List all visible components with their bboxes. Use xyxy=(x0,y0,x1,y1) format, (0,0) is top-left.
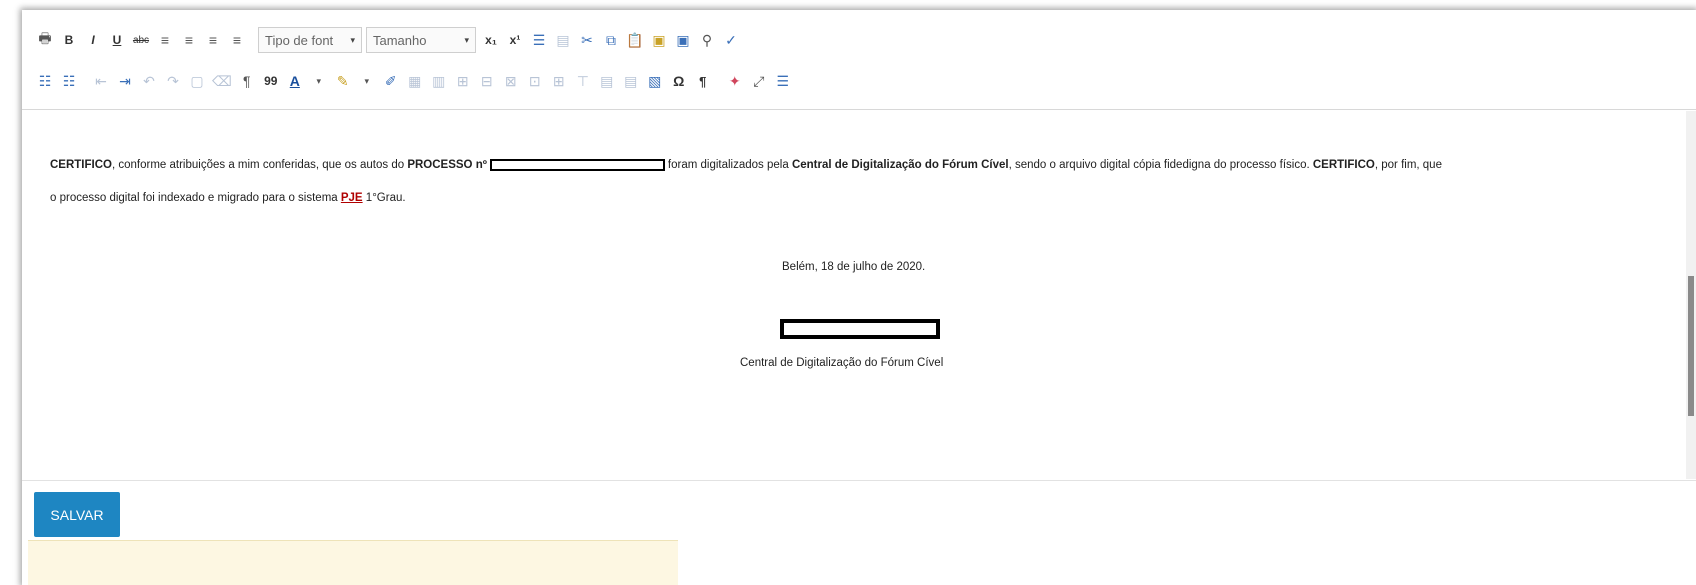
editor-frame: 🖶 B I U abc ≡ ≡ ≡ ≡ Tipo de font ▾ Taman… xyxy=(22,10,1696,585)
date-line: Belém, 18 de julho de 2020. xyxy=(782,261,926,273)
undo-icon[interactable]: ↶ xyxy=(138,69,160,93)
paragraph-text: , conforme atribuições a mim conferidas,… xyxy=(111,159,408,172)
highlight-color-icon[interactable]: ✎ xyxy=(332,69,354,93)
text-color-button[interactable]: A xyxy=(284,69,306,93)
cell-properties-icon[interactable]: ⊞ xyxy=(548,69,570,93)
chart-icon[interactable]: ▧ xyxy=(644,69,666,93)
strikethrough-button[interactable]: abc xyxy=(130,28,152,52)
merge-cells-icon[interactable]: ▥ xyxy=(428,69,450,93)
underline-button[interactable]: U xyxy=(106,28,128,52)
edit-source-icon[interactable]: ✐ xyxy=(380,69,402,93)
certificate-paragraph-line-2: o processo digital foi indexado e migrad… xyxy=(50,192,406,204)
align-left-icon[interactable]: ≡ xyxy=(154,28,176,52)
font-size-select[interactable]: Tamanho ▾ xyxy=(366,27,476,53)
paragraph-text: foram digitalizados pela xyxy=(667,159,792,172)
paragraph-mark-icon[interactable]: ¶ xyxy=(236,69,258,93)
align-right-icon[interactable]: ≡ xyxy=(202,28,224,52)
split-cell-icon[interactable]: ⊡ xyxy=(524,69,546,93)
redacted-signature xyxy=(780,319,940,339)
paste-text-icon[interactable]: ▣ xyxy=(648,28,670,52)
central-label: Central de Digitalização do Fórum Cível xyxy=(791,159,1009,172)
scrollbar-thumb[interactable] xyxy=(1688,276,1694,416)
redacted-process-number xyxy=(489,159,665,171)
numbered-list-icon[interactable]: ☷ xyxy=(58,69,80,93)
find-icon[interactable]: ⚲ xyxy=(696,28,718,52)
redo-icon[interactable]: ↷ xyxy=(162,69,184,93)
maximize-icon[interactable]: ⤢ xyxy=(748,69,770,93)
paragraph-text: 1°Grau. xyxy=(362,192,406,204)
remove-format-icon[interactable]: ⌫ xyxy=(210,69,234,93)
insert-column-icon[interactable]: ⊟ xyxy=(476,69,498,93)
chevron-down-icon: ▾ xyxy=(464,34,469,45)
font-family-select[interactable]: Tipo de font ▾ xyxy=(258,27,362,53)
editor-toolbar: 🖶 B I U abc ≡ ≡ ≡ ≡ Tipo de font ▾ Taman… xyxy=(22,10,1696,110)
table-properties-icon[interactable]: ⊤ xyxy=(572,69,594,93)
toolbar-row-2: ☷ ☷ ⇤ ⇥ ↶ ↷ ▢ ⌫ ¶ 99 A ▾ ✎ ▾ ✐ ▦ ▥ ⊞ ⊟ ⊠… xyxy=(34,67,796,95)
eraser-icon[interactable]: ✦ xyxy=(724,69,746,93)
italic-button[interactable]: I xyxy=(82,28,104,52)
certifico-label: CERTIFICO xyxy=(1312,159,1375,172)
processo-label: PROCESSO nº xyxy=(407,159,487,172)
delete-row-icon[interactable]: ⊠ xyxy=(500,69,522,93)
indent-icon[interactable]: ⇥ xyxy=(114,69,136,93)
chevron-down-icon: ▾ xyxy=(350,34,355,45)
bold-button[interactable]: B xyxy=(58,28,80,52)
paragraph-text: o processo digital foi indexado e migrad… xyxy=(50,192,341,204)
indent-list-icon[interactable]: ☰ xyxy=(528,28,550,52)
chevron-down-icon[interactable]: ▾ xyxy=(356,69,378,93)
paragraph-text: , sendo o arquivo digital cópia fidedign… xyxy=(1008,159,1313,172)
template-icon[interactable]: ▤ xyxy=(552,28,574,52)
align-justify-icon[interactable]: ≡ xyxy=(226,28,248,52)
font-size-label: Tamanho xyxy=(373,32,427,48)
table-grid-icon[interactable]: ▤ xyxy=(596,69,618,93)
certifico-label: CERTIFICO xyxy=(50,159,112,172)
document-editor[interactable]: CERTIFICO, conforme atribuições a mim co… xyxy=(32,111,1682,479)
paste-icon[interactable]: 📋 xyxy=(624,28,646,52)
blockquote-button[interactable]: 99 xyxy=(260,69,282,93)
special-char-button[interactable]: Ω xyxy=(668,69,690,93)
outdent-icon[interactable]: ⇤ xyxy=(90,69,112,93)
editor-scrollbar[interactable] xyxy=(1686,111,1696,479)
spellcheck-icon[interactable]: ✓ xyxy=(720,28,742,52)
paste-special-icon[interactable]: ▢ xyxy=(186,69,208,93)
cut-icon[interactable]: ✂ xyxy=(576,28,598,52)
font-family-label: Tipo de font xyxy=(265,32,334,48)
copy-icon[interactable]: ⧉ xyxy=(600,28,622,52)
notice-panel xyxy=(28,540,678,585)
paragraph-text: , por fim, que xyxy=(1374,159,1442,172)
signature-caption: Central de Digitalização do Fórum Cível xyxy=(740,357,944,369)
superscript-button[interactable]: x¹ xyxy=(504,28,526,52)
pje-term: PJE xyxy=(340,192,363,204)
divider xyxy=(22,480,1696,481)
print-icon[interactable]: 🖶 xyxy=(34,28,56,52)
certificate-paragraph-line-1: CERTIFICO, conforme atribuições a mim co… xyxy=(50,159,1442,171)
paste-word-icon[interactable]: ▣ xyxy=(672,28,694,52)
chevron-down-icon[interactable]: ▾ xyxy=(308,69,330,93)
subscript-button[interactable]: x₁ xyxy=(480,28,502,52)
bulleted-list-icon[interactable]: ☷ xyxy=(34,69,56,93)
toolbar-row-1: 🖶 B I U abc ≡ ≡ ≡ ≡ Tipo de font ▾ Taman… xyxy=(34,26,744,54)
insert-row-icon[interactable]: ⊞ xyxy=(452,69,474,93)
save-button[interactable]: SALVAR xyxy=(34,492,120,537)
table-grid-2-icon[interactable]: ▤ xyxy=(620,69,642,93)
show-blocks-button[interactable]: ¶ xyxy=(692,69,714,93)
align-center-icon[interactable]: ≡ xyxy=(178,28,200,52)
table-icon[interactable]: ▦ xyxy=(404,69,426,93)
list-settings-icon[interactable]: ☰ xyxy=(772,69,794,93)
